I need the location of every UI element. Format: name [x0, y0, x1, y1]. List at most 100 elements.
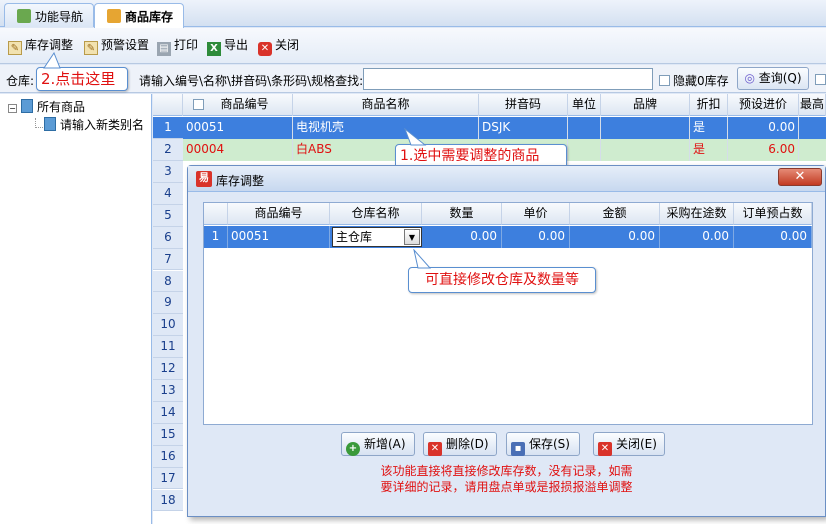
- print-button[interactable]: ▤ 打印: [157, 36, 198, 56]
- grid-header-cell[interactable]: 采购在途数: [660, 203, 734, 225]
- category-tree: − 所有商品 请输入新类别名: [0, 94, 152, 524]
- tree-line: [35, 127, 43, 128]
- callout-edit-hint: 可直接修改仓库及数量等: [408, 267, 596, 293]
- cell-name: 电视机壳: [293, 117, 479, 139]
- row-number: 18: [153, 489, 183, 512]
- grid-header-cell[interactable]: 订单预占数: [734, 203, 812, 225]
- cell-price: 6.00: [728, 139, 799, 161]
- dialog-close-button[interactable]: ✕: [778, 168, 822, 186]
- row-number: 14: [153, 401, 183, 424]
- select-all-checkbox[interactable]: [193, 99, 204, 110]
- warehouse-label: 仓库:: [6, 74, 35, 88]
- tree-node-new-category[interactable]: 请输入新类别名: [44, 116, 144, 133]
- grid-header-cell[interactable]: 单价: [502, 203, 570, 225]
- grid-header: 商品编号 商品名称 拼音码 单位 品牌 折扣 预设进价 最高: [153, 94, 826, 116]
- dialog-note: 该功能直接将直接修改库存数，没有记录，如需 要详细的记录，请用盘点单或是报损报溢…: [380, 464, 633, 494]
- plus-icon: +: [346, 442, 360, 456]
- add-button[interactable]: + 新增(A): [341, 432, 415, 456]
- row-number: 8: [153, 270, 183, 293]
- row-number: 10: [153, 314, 183, 337]
- grid-header-cell[interactable]: 数量: [422, 203, 502, 225]
- callout-click-here: 2.点击这里: [36, 67, 128, 91]
- cell-code: 00051: [183, 117, 293, 139]
- dialog-close-action-button[interactable]: ✕ 关闭(E): [593, 432, 665, 456]
- cell-discount: 是: [690, 117, 728, 139]
- cell-unit-price[interactable]: 0.00: [502, 226, 570, 248]
- extra-checkbox[interactable]: [815, 74, 826, 85]
- dialog-title: 库存调整: [216, 174, 265, 188]
- grid-header-cell[interactable]: 最高: [799, 94, 826, 116]
- cell-brand: [601, 117, 690, 139]
- table-row[interactable]: 1 00051 电视机壳 DSJK 是 0.00: [153, 117, 826, 139]
- magnifier-icon: ◎: [744, 71, 755, 85]
- cell-qty[interactable]: 0.00: [422, 226, 502, 248]
- query-button[interactable]: ◎ 查询(Q): [737, 67, 809, 90]
- close-icon: ✕: [258, 42, 272, 56]
- edit-icon: ✎: [8, 41, 22, 55]
- tab-inventory[interactable]: 商品库存: [94, 3, 185, 28]
- grid-header-cell[interactable]: 拼音码: [479, 94, 568, 116]
- warehouse-select[interactable]: 主仓库 ▼: [332, 227, 422, 247]
- alert-settings-button[interactable]: ✎ 预警设置: [84, 36, 149, 56]
- cell-amount[interactable]: 0.00: [570, 226, 660, 248]
- grid-header-cell[interactable]: 预设进价: [728, 94, 799, 116]
- callout-pointer: [404, 128, 427, 146]
- grid-header-cell[interactable]: 金额: [570, 203, 660, 225]
- adjust-grid: 商品编号 仓库名称 数量 单价 金额 采购在途数 订单预占数 1 00051 主…: [203, 202, 813, 425]
- row-number: 1: [204, 226, 228, 248]
- cell-code: 00051: [228, 226, 330, 248]
- dialog-titlebar[interactable]: 易 库存调整 ✕: [188, 166, 825, 192]
- callout-pointer: [413, 249, 432, 269]
- folder-icon: [21, 99, 33, 113]
- close-icon: ✕: [598, 442, 612, 456]
- row-number: 17: [153, 467, 183, 490]
- search-input[interactable]: [363, 68, 653, 90]
- tab-function-nav[interactable]: 功能导航: [4, 3, 95, 27]
- collapse-icon[interactable]: −: [8, 104, 17, 113]
- callout-pointer: [43, 52, 61, 69]
- cell-discount: 是: [690, 139, 728, 161]
- chevron-down-icon[interactable]: ▼: [404, 229, 420, 245]
- cell-brand: [601, 139, 690, 161]
- row-number: 7: [153, 248, 183, 271]
- row-number: 6: [153, 226, 183, 249]
- row-number: 16: [153, 445, 183, 468]
- grid-header-cell[interactable]: 商品编号: [228, 203, 330, 225]
- grid-header-corner: [204, 203, 228, 225]
- delete-button[interactable]: ✕ 删除(D): [423, 432, 497, 456]
- toolbar: ✎ 库存调整 ✎ 预警设置 ▤ 打印 X 导出 ✕ 关闭: [0, 28, 826, 64]
- grid-header-cell[interactable]: 折扣: [690, 94, 728, 116]
- folder-icon: [44, 117, 56, 131]
- row-number: 3: [153, 161, 183, 183]
- row-number: 2: [153, 139, 183, 161]
- delete-icon: ✕: [428, 442, 442, 456]
- inventory-adjust-dialog: 易 库存调整 ✕ 商品编号 仓库名称 数量 单价 金额 采购在途数 订单预占数 …: [187, 165, 826, 517]
- grid-header-cell[interactable]: 商品名称: [293, 94, 479, 116]
- edit-icon: ✎: [84, 41, 98, 55]
- row-number: 5: [153, 204, 183, 227]
- tree-node-all[interactable]: − 所有商品: [8, 98, 85, 115]
- grid-header-select[interactable]: 商品编号: [183, 94, 293, 116]
- cell-price: 0.00: [728, 117, 799, 139]
- grid-header-cell[interactable]: 仓库名称: [330, 203, 422, 225]
- printer-icon: ▤: [157, 42, 171, 56]
- row-number: 15: [153, 423, 183, 446]
- row-number: 1: [153, 117, 183, 139]
- checkbox-icon: [659, 75, 670, 86]
- grid-header-corner: [153, 94, 183, 116]
- hide-zero-checkbox[interactable]: 隐藏0库存: [659, 72, 729, 89]
- row-number: 11: [153, 336, 183, 359]
- grid-header-cell[interactable]: 品牌: [601, 94, 690, 116]
- tab-bar: 功能导航 商品库存: [0, 0, 826, 28]
- export-button[interactable]: X 导出: [207, 36, 248, 56]
- excel-icon: X: [207, 42, 221, 56]
- row-number: 4: [153, 182, 183, 205]
- floppy-disk-icon: ▪: [511, 442, 525, 456]
- cell-unit: [568, 117, 601, 139]
- cell-code: 00004: [183, 139, 293, 161]
- close-button[interactable]: ✕ 关闭: [258, 36, 299, 56]
- grid-header-cell[interactable]: 单位: [568, 94, 601, 116]
- search-prompt: 请输入编号\名称\拼音码\条形码\规格查找:: [139, 74, 364, 88]
- home-icon: [17, 9, 31, 23]
- save-button[interactable]: ▪ 保存(S): [506, 432, 580, 456]
